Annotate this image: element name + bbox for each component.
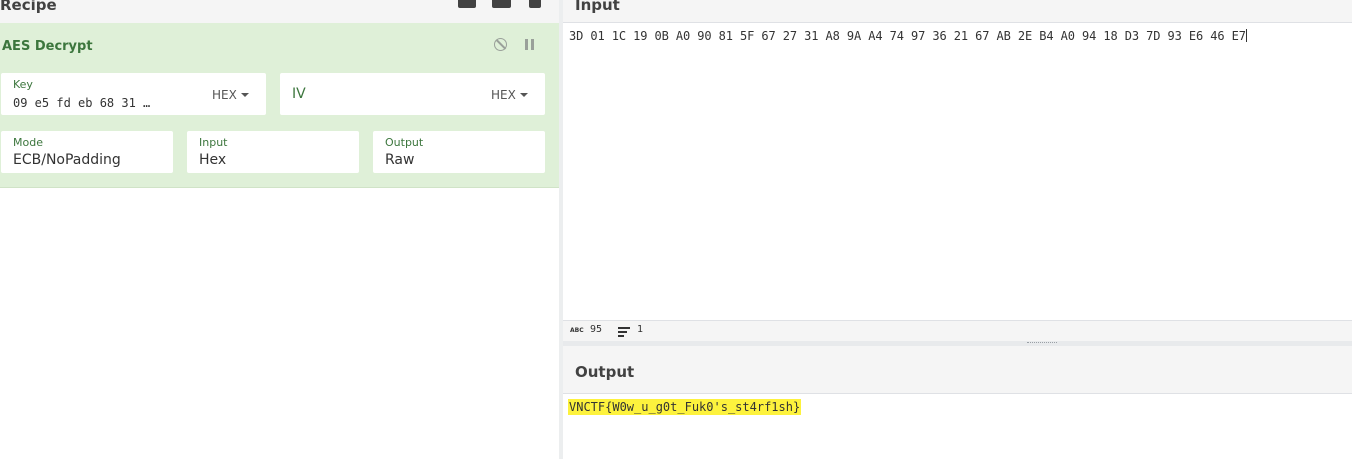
recipe-panel: Recipe AES Decrypt Key 09 e5 fd eb 68 31… <box>0 0 559 459</box>
breakpoint-pause-icon[interactable] <box>525 39 535 50</box>
operation-title: AES Decrypt <box>2 39 93 54</box>
input-text-content: 3D 01 1C 19 0B A0 90 81 5F 67 27 31 A8 9… <box>569 29 1246 43</box>
line-count-icon <box>618 327 630 337</box>
key-format-dropdown[interactable]: HEX <box>212 88 249 102</box>
input-format-label: Input <box>199 136 228 149</box>
input-pane: Input 3D 01 1C 19 0B A0 90 81 5F 67 27 3… <box>563 0 1352 342</box>
resize-grip-icon <box>1027 342 1057 345</box>
recipe-header: Recipe <box>0 0 559 24</box>
key-field[interactable]: Key 09 e5 fd eb 68 31 … HEX <box>1 73 266 115</box>
line-count: 1 <box>637 324 644 335</box>
key-format-label: HEX <box>212 88 237 102</box>
folder-icon[interactable] <box>492 0 511 8</box>
chevron-down-icon <box>519 93 528 97</box>
input-title: Input <box>575 0 620 14</box>
text-cursor <box>1245 29 1247 42</box>
mode-select[interactable]: ECB/NoPadding <box>13 152 121 168</box>
output-title: Output <box>575 363 635 381</box>
iv-format-dropdown[interactable]: HEX <box>491 88 528 102</box>
key-input[interactable]: 09 e5 fd eb 68 31 … <box>13 96 150 110</box>
input-format-select[interactable]: Hex <box>199 152 226 168</box>
output-format-label: Output <box>385 136 424 149</box>
save-icon[interactable] <box>458 0 476 8</box>
output-pane: Output VNCTF{W0w_u_g0t_Fuk0's_st4rf1sh} <box>563 346 1352 459</box>
iv-field[interactable]: IV HEX <box>280 73 545 115</box>
iv-format-label: HEX <box>491 88 516 102</box>
output-format-select[interactable]: Raw <box>385 152 414 168</box>
input-header: Input <box>563 0 1352 23</box>
recipe-title: Recipe <box>0 0 57 14</box>
key-label: Key <box>13 78 33 91</box>
output-text[interactable]: VNCTF{W0w_u_g0t_Fuk0's_st4rf1sh} <box>568 399 802 415</box>
character-count: 95 <box>590 324 603 335</box>
input-status-bar: ABC 95 1 <box>563 320 1352 342</box>
mode-label: Mode <box>13 136 43 149</box>
aes-decrypt-operation[interactable]: AES Decrypt Key 09 e5 fd eb 68 31 … HEX … <box>0 23 559 188</box>
mode-field[interactable]: Mode ECB/NoPadding <box>1 131 173 173</box>
input-format-field[interactable]: Input Hex <box>187 131 359 173</box>
character-count-icon: ABC <box>570 327 584 334</box>
iv-input[interactable]: IV <box>292 86 306 102</box>
trash-icon[interactable] <box>529 0 541 8</box>
chevron-down-icon <box>240 93 249 97</box>
output-format-field[interactable]: Output Raw <box>373 131 545 173</box>
disable-operation-icon[interactable] <box>494 38 507 51</box>
output-header: Output <box>563 346 1352 394</box>
input-textarea[interactable]: 3D 01 1C 19 0B A0 90 81 5F 67 27 31 A8 9… <box>569 29 1247 43</box>
